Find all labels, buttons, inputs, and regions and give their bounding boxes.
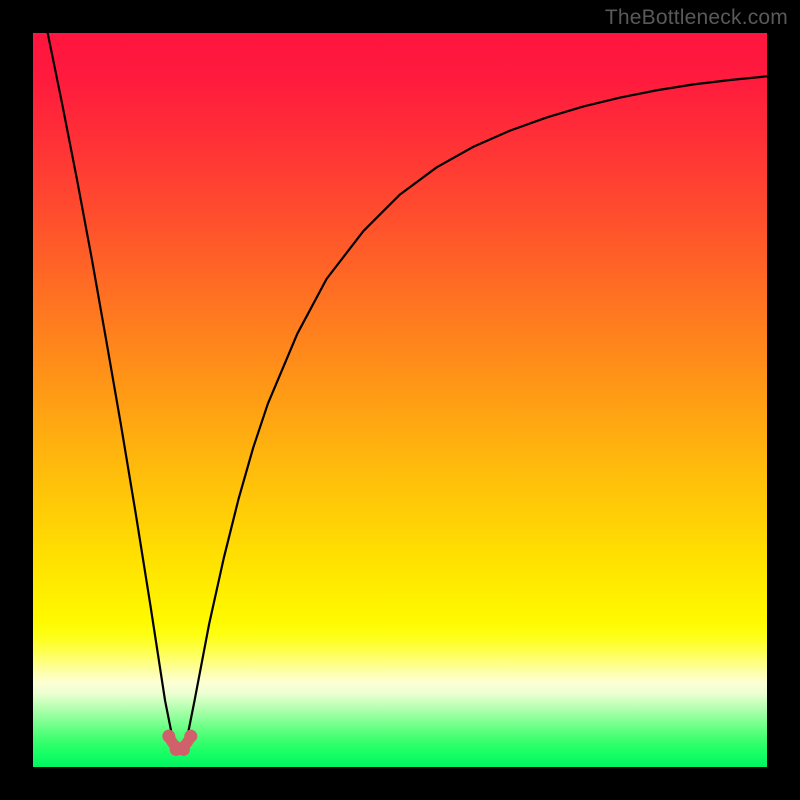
optimum-marker: [184, 730, 197, 743]
bottleneck-curve: [48, 33, 767, 752]
plot-area: [33, 33, 767, 767]
optimum-marker: [162, 730, 175, 743]
watermark-text: TheBottleneck.com: [605, 6, 788, 30]
outer-frame: TheBottleneck.com: [0, 0, 800, 800]
optimum-markers: [162, 730, 197, 756]
optimum-marker: [177, 743, 190, 756]
chart-svg: [33, 33, 767, 767]
